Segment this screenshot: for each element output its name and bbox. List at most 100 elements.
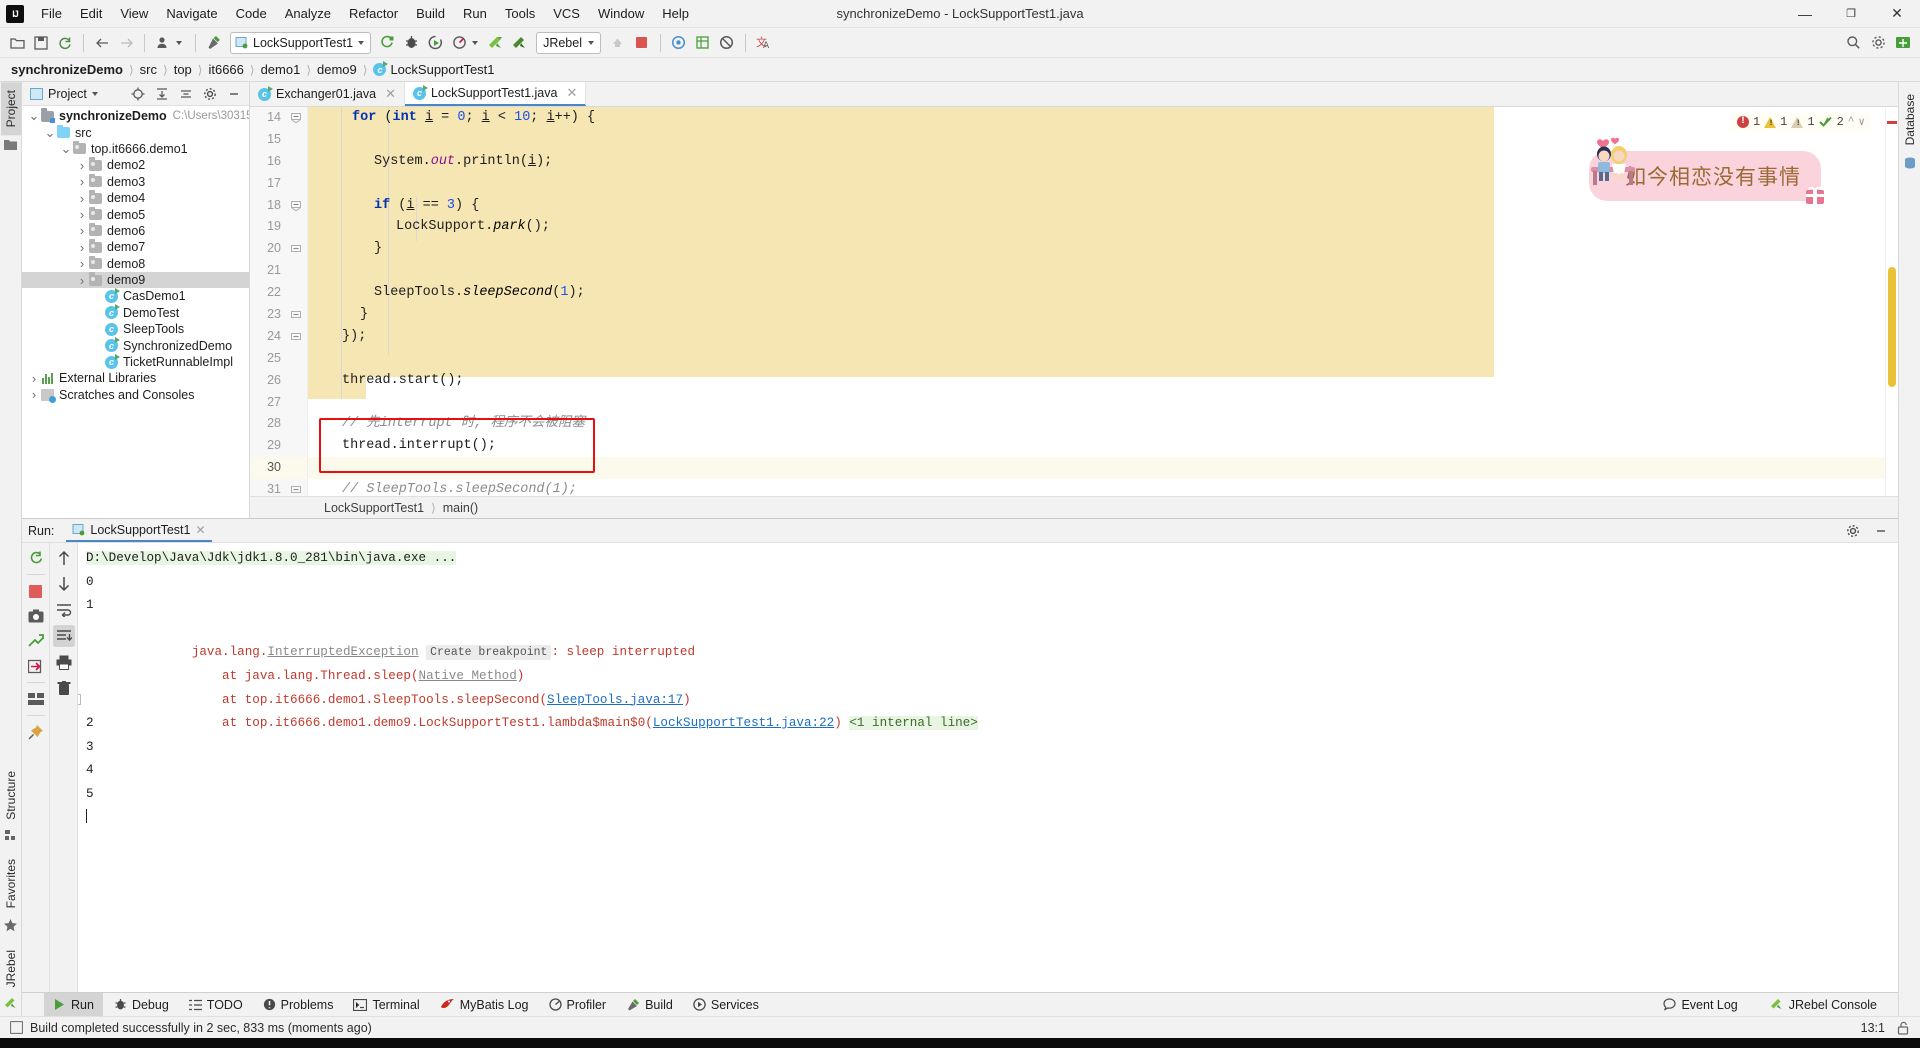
chevron-down-icon[interactable]: [91, 91, 98, 96]
gutter-line-20[interactable]: 20: [250, 238, 307, 260]
tool-window-tab-mybatis-log[interactable]: MyBatis Log: [431, 993, 538, 1016]
chevron-down-icon[interactable]: ⌄: [44, 126, 56, 139]
gutter-line-22[interactable]: 22: [250, 282, 307, 304]
tree-node-demo8[interactable]: › demo8: [22, 255, 249, 272]
menu-refactor[interactable]: Refactor: [340, 3, 407, 25]
tool-window-tab-build[interactable]: Build: [617, 993, 682, 1016]
run-tab-locksupporttest1[interactable]: LockSupportTest1 ✕: [66, 519, 212, 542]
chevron-right-icon[interactable]: ›: [76, 273, 88, 288]
inspection-widget[interactable]: ! 1 1 1 2 ^ ∨: [1730, 113, 1871, 131]
tree-node-demo6[interactable]: › demo6: [22, 222, 249, 239]
tool-window-tab-terminal[interactable]: Terminal: [344, 993, 428, 1016]
sidebar-item-favorites[interactable]: Favorites: [1, 851, 21, 916]
menu-file[interactable]: File: [32, 3, 71, 25]
chevron-down-icon[interactable]: [587, 40, 594, 45]
gutter-line-21[interactable]: 21: [250, 260, 307, 282]
breadcrumb-project[interactable]: synchronizeDemo: [8, 61, 126, 78]
chevron-right-icon[interactable]: ›: [28, 387, 40, 402]
account-icon[interactable]: [1892, 32, 1914, 54]
settings-gear-icon[interactable]: [1842, 520, 1864, 542]
tool-window-tab-services[interactable]: Services: [684, 993, 768, 1016]
breadcrumb-top[interactable]: top: [171, 61, 195, 78]
tool-window-tab-run[interactable]: Run: [44, 993, 103, 1016]
gutter-line-19[interactable]: 19: [250, 216, 307, 238]
menu-navigate[interactable]: Navigate: [157, 3, 226, 25]
gutter-line-29[interactable]: 29: [250, 435, 307, 457]
stop-icon[interactable]: [631, 32, 653, 54]
save-all-icon[interactable]: [30, 32, 52, 54]
profile-icon[interactable]: [152, 32, 174, 54]
chevron-right-icon[interactable]: ›: [76, 158, 88, 173]
sidebar-item-structure[interactable]: Structure: [1, 763, 21, 828]
chevron-right-icon[interactable]: ›: [76, 191, 88, 206]
scroll-down-icon[interactable]: [53, 573, 75, 595]
tomcat-icon[interactable]: [668, 32, 690, 54]
layout-icon[interactable]: [25, 688, 47, 710]
create-breakpoint-chip[interactable]: Create breakpoint: [426, 645, 552, 661]
editor-tab-exchanger01[interactable]: c Exchanger01.java ✕: [250, 82, 405, 106]
translate-icon[interactable]: 文A: [753, 32, 775, 54]
editor-content[interactable]: 14 15 16 17 18 19 20 21 22 23 24 25 26 27 28 29 30 31 for…: [250, 107, 1898, 496]
tool-window-tab-jrebel-console[interactable]: JRebel Console: [1761, 993, 1886, 1016]
menu-help[interactable]: Help: [653, 3, 698, 25]
code-fold-icon[interactable]: [291, 113, 301, 123]
sidebar-item-jrebel[interactable]: JRebel: [1, 942, 21, 995]
database-icon[interactable]: [692, 32, 714, 54]
pin-icon[interactable]: [25, 721, 47, 743]
menu-edit[interactable]: Edit: [71, 3, 111, 25]
jrebel-run-icon[interactable]: [484, 32, 506, 54]
gutter-line-17[interactable]: 17: [250, 173, 307, 195]
unlocked-icon[interactable]: [1897, 1021, 1910, 1035]
close-button[interactable]: ✕: [1874, 0, 1920, 28]
tree-node-top-it6666-demo1[interactable]: ⌄ top.it6666.demo1: [22, 140, 249, 157]
scrollbar-thumb[interactable]: [1888, 267, 1896, 387]
editor-scrollbar[interactable]: [1885, 107, 1898, 496]
gutter-line-27[interactable]: 27: [250, 392, 307, 414]
tree-node-scratches-and-consoles[interactable]: › Scratches and Consoles: [22, 387, 249, 403]
locate-icon[interactable]: [127, 83, 149, 105]
tree-node-ticketrunnableimpl[interactable]: c TicketRunnableImpl: [22, 353, 249, 370]
search-everywhere-icon[interactable]: [1842, 32, 1864, 54]
code-fold-icon[interactable]: [291, 485, 301, 495]
chevron-right-icon[interactable]: ›: [76, 223, 88, 238]
gutter-line-18[interactable]: 18: [250, 195, 307, 217]
build-hammer-icon[interactable]: [203, 32, 225, 54]
gutter-line-30[interactable]: 30: [250, 457, 307, 480]
breadcrumb-file[interactable]: c LockSupportTest1: [370, 61, 497, 78]
chevron-down-icon[interactable]: ⌄: [28, 109, 40, 122]
tree-node-demo5[interactable]: › demo5: [22, 206, 249, 222]
hide-panel-icon[interactable]: [1870, 520, 1892, 542]
editor-breadcrumb-method[interactable]: main(): [443, 501, 478, 515]
profile-run-icon[interactable]: [448, 32, 470, 54]
code-fold-icon[interactable]: [291, 200, 301, 211]
rerun-icon[interactable]: [25, 547, 47, 569]
clear-all-icon[interactable]: [53, 677, 75, 699]
gutter-line-14[interactable]: 14: [250, 107, 307, 129]
run-icon[interactable]: [376, 32, 398, 54]
caret-position[interactable]: 13:1: [1861, 1021, 1885, 1035]
breadcrumb-demo9[interactable]: demo9: [314, 61, 360, 78]
prev-problem-icon[interactable]: ^: [1848, 116, 1855, 128]
gutter-line-28[interactable]: 28: [250, 413, 307, 435]
tool-window-tab-event-log[interactable]: Event Log: [1654, 993, 1746, 1016]
menu-analyze[interactable]: Analyze: [276, 3, 340, 25]
forward-arrow-icon[interactable]: [115, 32, 137, 54]
breadcrumb-src[interactable]: src: [137, 61, 160, 78]
tree-node-demo4[interactable]: › demo4: [22, 190, 249, 206]
run-configuration-selector[interactable]: LockSupportTest1: [230, 31, 372, 54]
code-fold-icon[interactable]: [291, 310, 301, 320]
chevron-right-icon[interactable]: ›: [76, 207, 88, 222]
update-icon[interactable]: [607, 32, 629, 54]
editor-gutter[interactable]: 14 15 16 17 18 19 20 21 22 23 24 25 26 27 28 29 30 31: [250, 107, 308, 496]
tool-window-tab-problems[interactable]: Problems: [254, 993, 343, 1016]
minimize-button[interactable]: —: [1782, 0, 1828, 28]
screenshot-icon[interactable]: [25, 605, 47, 627]
chevron-down-icon[interactable]: ⌄: [60, 142, 72, 155]
menu-vcs[interactable]: VCS: [544, 3, 589, 25]
back-arrow-icon[interactable]: [91, 32, 113, 54]
locksupporttest1-link[interactable]: LockSupportTest1.java:22: [653, 716, 834, 730]
editor-tab-locksupporttest1[interactable]: c LockSupportTest1.java ✕: [404, 82, 587, 106]
export-icon[interactable]: [25, 655, 47, 677]
chevron-right-icon[interactable]: ›: [28, 371, 40, 386]
no-entry-icon[interactable]: [716, 32, 738, 54]
